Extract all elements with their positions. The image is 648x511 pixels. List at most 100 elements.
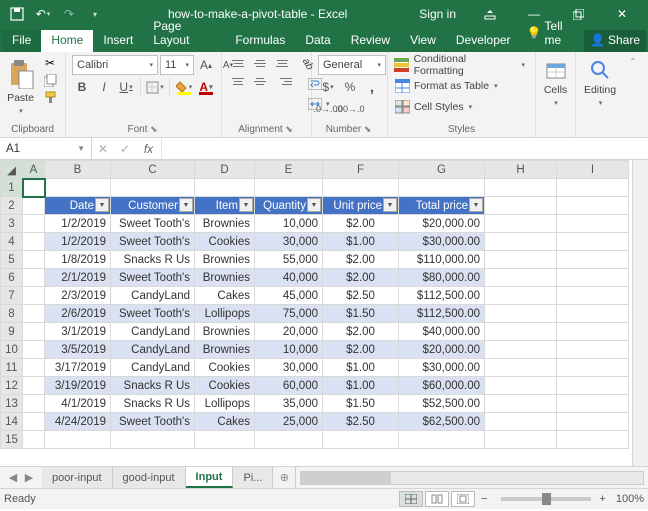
cell[interactable]: Brownies [195,323,255,341]
cell[interactable]: $2.00 [323,323,399,341]
row-header[interactable]: 6 [1,269,23,287]
row-header[interactable]: 13 [1,395,23,413]
cell[interactable] [485,251,557,269]
cell[interactable]: $30,000.00 [399,359,485,377]
cell[interactable] [23,179,45,197]
zoom-slider[interactable] [501,497,591,501]
cell[interactable]: $2.00 [323,269,399,287]
comma-format-icon[interactable]: , [362,77,382,97]
filter-icon[interactable]: ▼ [469,198,483,212]
col-header[interactable]: E [255,161,323,179]
cell[interactable]: 1/8/2019 [45,251,111,269]
ribbon-options-icon[interactable] [470,0,510,28]
cell[interactable] [557,431,629,449]
decrease-font-icon[interactable]: A▾ [218,55,238,75]
cell[interactable] [557,197,629,215]
table-header[interactable]: Quantity▼ [255,197,323,215]
cell[interactable]: 4/1/2019 [45,395,111,413]
cell[interactable] [557,215,629,233]
cell[interactable] [485,197,557,215]
table-header[interactable]: Customer▼ [111,197,195,215]
cell[interactable]: $1.00 [323,233,399,251]
paste-button[interactable]: Paste ▾ [6,55,35,115]
cell[interactable]: $1.50 [323,395,399,413]
cell[interactable]: 40,000 [255,269,323,287]
share-button[interactable]: 👤Share [584,30,646,52]
cell[interactable]: $1.00 [323,377,399,395]
tab-formulas[interactable]: Formulas [225,30,295,52]
filter-icon[interactable]: ▼ [307,198,321,212]
col-header[interactable]: B [45,161,111,179]
cell[interactable] [23,197,45,215]
row-header[interactable]: 5 [1,251,23,269]
cell[interactable] [557,287,629,305]
cell[interactable] [485,233,557,251]
cell[interactable] [23,269,45,287]
format-painter-icon[interactable] [41,89,59,105]
select-all[interactable]: ◢ [1,161,23,179]
undo-icon[interactable]: ↶▾ [32,3,54,25]
italic-button[interactable]: I [94,77,114,97]
cell[interactable]: Sweet Tooth's [111,413,195,431]
underline-button[interactable]: U▾ [116,77,136,97]
decrease-decimal-icon[interactable]: .00→.0 [340,99,360,119]
cell[interactable] [485,179,557,197]
row-header[interactable]: 4 [1,233,23,251]
cell[interactable] [557,359,629,377]
cell[interactable] [195,179,255,197]
cell[interactable] [23,233,45,251]
save-icon[interactable] [6,3,28,25]
cell[interactable]: $30,000.00 [399,233,485,251]
tab-file[interactable]: File [2,30,41,52]
row-header[interactable]: 8 [1,305,23,323]
cell[interactable] [23,251,45,269]
cell[interactable]: $2.00 [323,251,399,269]
cell[interactable] [399,431,485,449]
tab-developer[interactable]: Developer [446,30,521,52]
cell[interactable] [485,341,557,359]
cell[interactable]: 3/17/2019 [45,359,111,377]
align-left-icon[interactable] [228,73,248,89]
cell[interactable]: Cookies [195,377,255,395]
cell[interactable]: Brownies [195,251,255,269]
cell[interactable] [557,377,629,395]
table-header[interactable]: Total price▼ [399,197,485,215]
row-header[interactable]: 12 [1,377,23,395]
cell[interactable]: CandyLand [111,323,195,341]
cell[interactable]: $20,000.00 [399,341,485,359]
zoom-level[interactable]: 100% [616,493,644,505]
cell[interactable]: $20,000.00 [399,215,485,233]
new-sheet-icon[interactable]: ⊕ [273,471,295,484]
sheet-tab[interactable]: Input [186,467,234,488]
cell[interactable]: Sweet Tooth's [111,215,195,233]
cell[interactable] [485,215,557,233]
cell[interactable] [45,179,111,197]
close-icon[interactable]: ✕ [602,0,642,28]
cell[interactable] [485,305,557,323]
cell[interactable] [557,269,629,287]
cell[interactable] [557,179,629,197]
cell[interactable]: 2/3/2019 [45,287,111,305]
col-header[interactable]: C [111,161,195,179]
cell[interactable]: $2.50 [323,287,399,305]
cell[interactable]: $80,000.00 [399,269,485,287]
cell[interactable]: $2.00 [323,215,399,233]
table-header[interactable]: Unit price▼ [323,197,399,215]
accounting-format-icon[interactable]: $▾ [318,77,338,97]
cell[interactable] [557,305,629,323]
sheet-tab[interactable]: good-input [113,467,186,488]
col-header[interactable]: A [23,161,45,179]
cell[interactable] [255,431,323,449]
vertical-scrollbar[interactable] [632,160,648,466]
page-layout-view-icon[interactable] [425,491,449,507]
bold-button[interactable]: B [72,77,92,97]
cell[interactable] [557,341,629,359]
cell[interactable]: 30,000 [255,233,323,251]
cell[interactable] [23,395,45,413]
cell[interactable] [485,323,557,341]
table-header[interactable]: Item▼ [195,197,255,215]
row-header[interactable]: 1 [1,179,23,197]
row-header[interactable]: 15 [1,431,23,449]
cell[interactable]: Lollipops [195,305,255,323]
cell[interactable] [323,431,399,449]
